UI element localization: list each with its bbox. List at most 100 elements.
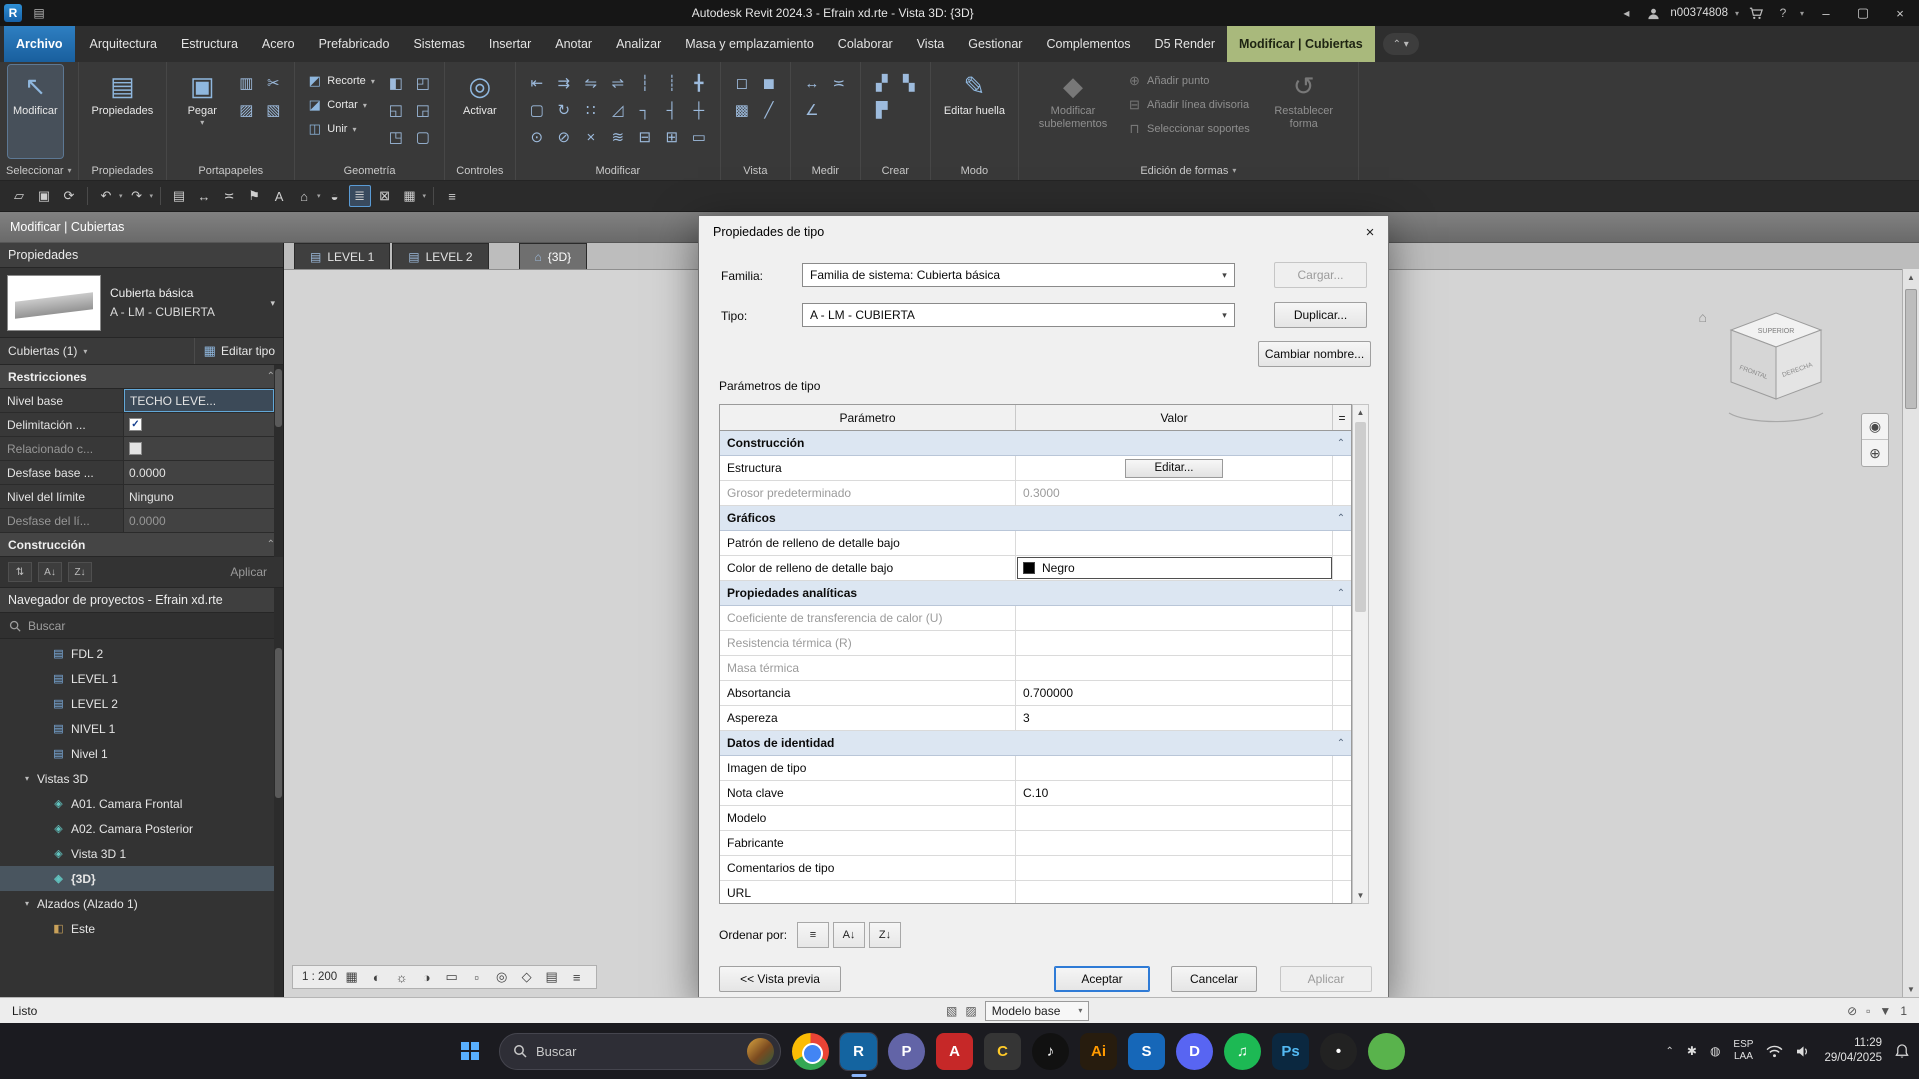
dropdown-chevron-icon[interactable]: ▾: [119, 192, 123, 200]
param-section-construccion[interactable]: Construcción⌃: [720, 431, 1351, 456]
dropdown-chevron-icon[interactable]: ▾: [423, 192, 427, 200]
m-rotate-icon[interactable]: ↻: [551, 97, 577, 123]
param-value[interactable]: [1016, 606, 1333, 630]
recorte-button[interactable]: ◩Recorte▾: [303, 70, 379, 92]
param-value[interactable]: 0.700000: [1016, 681, 1333, 705]
v-linework-icon[interactable]: ╱: [756, 97, 782, 123]
ribbon-group-label[interactable]: Seleccionar▾: [0, 161, 78, 180]
me-measure-icon[interactable]: ↔: [799, 70, 825, 96]
spotify-icon[interactable]: ♫: [1224, 1033, 1261, 1070]
cargar-button[interactable]: Cargar...: [1274, 262, 1367, 288]
param-value[interactable]: [1016, 756, 1333, 780]
cart-icon[interactable]: [1746, 3, 1766, 23]
clip-match-icon[interactable]: ▨: [233, 97, 259, 123]
q-print-icon[interactable]: ▤: [168, 185, 190, 207]
vc-crop-icon[interactable]: ▭: [441, 969, 462, 985]
m-match-icon[interactable]: ≋: [605, 124, 631, 150]
tree-item-a01-camara-frontal[interactable]: ◈A01. Camara Frontal: [0, 791, 283, 816]
tab-colaborar[interactable]: Colaborar: [826, 26, 905, 62]
q-3d-icon[interactable]: ⌂: [293, 185, 315, 207]
properties-section-construccion[interactable]: Construcción⌃: [0, 533, 283, 557]
exclude-options-icon[interactable]: ⊘: [1847, 1004, 1857, 1018]
tab-analizar[interactable]: Analizar: [604, 26, 673, 62]
editar-huella-button[interactable]: ✎Editar huella: [939, 65, 1010, 158]
taskbar-search[interactable]: Buscar: [499, 1033, 781, 1070]
property-value[interactable]: ✓: [124, 413, 274, 436]
ribbon-group-label[interactable]: Edición de formas▾: [1019, 161, 1358, 180]
tab-gestionar[interactable]: Gestionar: [956, 26, 1034, 62]
aceptar-button[interactable]: Aceptar: [1054, 966, 1150, 992]
worksets-icon[interactable]: ▧: [946, 1004, 957, 1018]
type-selector[interactable]: Cubierta básica A - LM - CUBIERTA ▾: [0, 268, 283, 338]
m-trim1-icon[interactable]: ┐: [632, 97, 658, 123]
tree-item-alzados-alzado-1[interactable]: ▾Alzados (Alzado 1): [0, 891, 283, 916]
photoshop-icon[interactable]: Ps: [1272, 1033, 1309, 1070]
tree-item-a02-camara-posterior[interactable]: ◈A02. Camara Posterior: [0, 816, 283, 841]
q-section-icon[interactable]: ◒: [324, 185, 346, 207]
cortar-button[interactable]: ◪Cortar▾: [303, 94, 379, 116]
tree-item-vista-3d-1[interactable]: ◈Vista 3D 1: [0, 841, 283, 866]
tree-item-fdl-2[interactable]: ▤FDL 2: [0, 641, 283, 666]
category-label[interactable]: Cubiertas (1): [8, 344, 77, 358]
dropdown-chevron-icon[interactable]: ▾: [363, 101, 367, 110]
familia-chevron-icon[interactable]: ▾: [1217, 270, 1232, 281]
m-mirror2-icon[interactable]: ⇌: [605, 70, 631, 96]
activar-button[interactable]: ◎Activar: [453, 65, 507, 158]
collapse-icon[interactable]: ⌃: [1331, 506, 1351, 530]
tab-acero[interactable]: Acero: [250, 26, 307, 62]
m-align-icon[interactable]: ⇤: [524, 70, 550, 96]
category-chevron-icon[interactable]: ▾: [83, 347, 87, 356]
volume-icon[interactable]: [1796, 1045, 1811, 1058]
back-icon[interactable]: ◂: [1616, 3, 1636, 23]
tray-icon-b[interactable]: ◍: [1710, 1044, 1720, 1058]
vc-shadow-icon[interactable]: ◑: [416, 970, 437, 985]
m-pin-icon[interactable]: ⊙: [524, 124, 550, 150]
property-value[interactable]: [124, 437, 274, 460]
help-menu-chevron-icon[interactable]: ▾: [1800, 9, 1804, 18]
vc-work-icon[interactable]: ≡: [566, 970, 587, 985]
tab-arquitectura[interactable]: Arquitectura: [78, 26, 169, 62]
signed-in-user[interactable]: n00374808: [1670, 7, 1728, 19]
m-copy-icon[interactable]: ▢: [524, 97, 550, 123]
scroll-down-icon[interactable]: ▼: [1903, 981, 1919, 997]
collapse-icon[interactable]: ⌃: [1331, 581, 1351, 605]
param-value[interactable]: [1016, 656, 1333, 680]
search-highlight-image[interactable]: [747, 1038, 774, 1065]
tab-anotar[interactable]: Anotar: [543, 26, 604, 62]
cambiar-nombre-button[interactable]: Cambiar nombre...: [1258, 341, 1371, 367]
m-scale-icon[interactable]: ◿: [605, 97, 631, 123]
vc-detail-icon[interactable]: ▦: [341, 969, 362, 985]
clip-cut-icon[interactable]: ✂: [260, 70, 286, 96]
param-value[interactable]: [1016, 856, 1333, 880]
tab-sistemas[interactable]: Sistemas: [401, 26, 476, 62]
expand-icon[interactable]: ▾: [22, 774, 32, 783]
m-trim2-icon[interactable]: ┤: [659, 97, 685, 123]
m-split-icon[interactable]: ┆: [632, 70, 658, 96]
app-menu-icon[interactable]: ▤: [29, 3, 49, 23]
tab-masa-y-emplazamiento[interactable]: Masa y emplazamiento: [673, 26, 826, 62]
start-button[interactable]: [452, 1033, 488, 1069]
aplicar-button[interactable]: Aplicar: [1280, 966, 1372, 992]
m-unpin-icon[interactable]: ⊘: [551, 124, 577, 150]
vista-previa-button[interactable]: << Vista previa: [719, 966, 841, 992]
ribbon-display-toggle-icon[interactable]: ⌃ ▾: [1383, 33, 1419, 55]
param-value[interactable]: [1016, 806, 1333, 830]
table-scroll-up-icon[interactable]: ▲: [1353, 405, 1368, 420]
viewcube[interactable]: SUPERIOR FRONTAL DERECHA: [1711, 301, 1841, 441]
param-value[interactable]: 0.3000: [1016, 481, 1333, 505]
browser-scrollbar[interactable]: [274, 588, 283, 997]
dialog-sort-default-button[interactable]: ≡: [797, 922, 829, 948]
tray-icon-a[interactable]: ✱: [1687, 1044, 1697, 1058]
tipo-chevron-icon[interactable]: ▾: [1217, 310, 1232, 321]
v-unhide-icon[interactable]: ◼: [756, 70, 782, 96]
familia-select[interactable]: Familia de sistema: Cubierta básica ▾: [802, 263, 1235, 287]
nav-wheel-icon[interactable]: ◉: [1862, 414, 1888, 440]
scroll-up-icon[interactable]: ▲: [1903, 269, 1919, 285]
properties-scrollbar-thumb[interactable]: [275, 369, 282, 427]
param-value[interactable]: Editar...: [1016, 456, 1333, 480]
properties-section-restricciones[interactable]: Restricciones⌃: [0, 365, 283, 389]
app-p-icon[interactable]: P: [888, 1033, 925, 1070]
table-scrollbar[interactable]: ▲ ▼: [1352, 404, 1369, 904]
tab-prefabricado[interactable]: Prefabricado: [307, 26, 402, 62]
dropdown-chevron-icon[interactable]: ▾: [371, 77, 375, 86]
